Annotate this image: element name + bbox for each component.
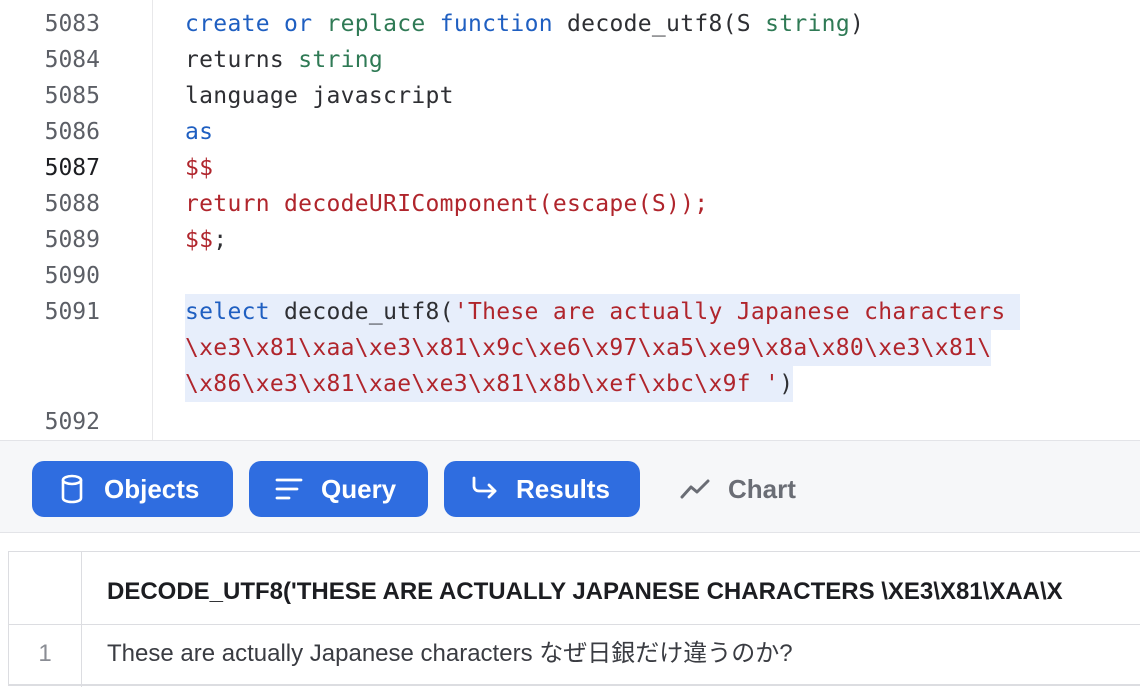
code-line[interactable]: 5088 return decodeURIComponent(escape(S))… [0, 186, 1140, 222]
code-token: language javascript [185, 83, 454, 109]
code-text: \x86\xe3\x81\xae\xe3\x81\x8b\xef\xbc\x9f… [185, 366, 794, 402]
code-token: ; [213, 227, 228, 253]
code-line[interactable]: 5087 $$ [0, 150, 1140, 186]
line-number: 5089 [44, 227, 100, 253]
chart-line-icon [680, 474, 710, 504]
code-text: select decode_utf8('These are actually J… [185, 294, 1020, 330]
code-line[interactable]: 5085 language javascript [0, 78, 1140, 114]
objects-button[interactable]: Objects [32, 461, 233, 517]
code-token: as [185, 119, 214, 145]
table-row[interactable]: 1 These are actually Japanese characters… [9, 624, 1140, 685]
column-header[interactable]: DECODE_UTF8('THESE ARE ACTUALLY JAPANESE… [107, 552, 1063, 624]
code-token: ) [779, 371, 794, 397]
query-button[interactable]: Query [249, 461, 428, 517]
code-line[interactable]: 5086 as [0, 114, 1140, 150]
results-button[interactable]: Results [444, 461, 640, 517]
objects-label: Objects [104, 473, 200, 504]
results-label: Results [516, 473, 610, 504]
code-token: decode_utf8(S [552, 11, 766, 37]
results-table: DECODE_UTF8('THESE ARE ACTUALLY JAPANESE… [8, 551, 1140, 687]
code-token: replace [326, 11, 426, 37]
line-number: 5085 [44, 83, 100, 109]
code-line[interactable]: 5083 create or replace function decode_ut… [0, 6, 1140, 42]
line-number: 5091 [44, 299, 100, 325]
row-number: 1 [38, 640, 52, 667]
line-number: 5088 [44, 191, 100, 217]
table-header: DECODE_UTF8('THESE ARE ACTUALLY JAPANESE… [9, 552, 1140, 625]
database-icon [58, 474, 86, 504]
code-token: ) [849, 11, 865, 37]
line-number: 5086 [44, 119, 100, 145]
code-token: return decodeURIComponent(escape(S)); [185, 191, 709, 217]
code-text: create or replace function decode_utf8(S… [185, 6, 864, 42]
code-token: create [185, 11, 270, 37]
line-number: 5087 [44, 155, 100, 181]
code-line[interactable]: 5090 [0, 258, 1140, 294]
code-text: returns string [185, 42, 383, 78]
code-token: $$ [185, 155, 214, 181]
results-toolbar: Objects Query Results Chart [0, 440, 1140, 533]
code-token: $$ [185, 227, 214, 253]
code-line[interactable]: 5092 [0, 404, 1140, 440]
code-token: \xe3\x81\xaa\xe3\x81\x9c\xe6\x97\xa5\xe9… [185, 335, 992, 361]
code-text: \xe3\x81\xaa\xe3\x81\x9c\xe6\x97\xa5\xe9… [185, 330, 992, 366]
code-token: function [439, 11, 553, 37]
line-number: 5092 [44, 409, 100, 435]
chart-label: Chart [728, 473, 796, 504]
code-token: select [185, 299, 270, 325]
code-line[interactable]: \xe3\x81\xaa\xe3\x81\x9c\xe6\x97\xa5\xe9… [0, 330, 1140, 366]
query-lines-icon [275, 474, 303, 504]
code-line[interactable]: 5084 returns string [0, 42, 1140, 78]
code-token: returns [185, 47, 299, 73]
code-token: 'These are actually Japanese characters [453, 299, 1020, 325]
code-text: as [185, 114, 213, 150]
return-arrow-icon [470, 474, 498, 504]
code-line[interactable]: 5089 $$; [0, 222, 1140, 258]
code-token: string [298, 47, 384, 73]
code-token: or [284, 11, 313, 37]
code-line[interactable]: \x86\xe3\x81\xae\xe3\x81\x8b\xef\xbc\x9f… [0, 366, 1140, 402]
code-text: return decodeURIComponent(escape(S)); [185, 186, 708, 222]
code-text: $$ [185, 150, 213, 186]
code-token: \x86\xe3\x81\xae\xe3\x81\x8b\xef\xbc\x9f… [185, 371, 780, 397]
code-text: language javascript [185, 78, 454, 114]
query-label: Query [321, 473, 397, 504]
code-token: decode_utf8( [269, 299, 454, 325]
code-text: $$; [185, 222, 227, 258]
line-number: 5083 [44, 11, 100, 37]
code-token: string [765, 11, 850, 37]
result-cell[interactable]: These are actually Japanese characters な… [107, 624, 793, 684]
line-number: 5090 [44, 263, 100, 289]
code-line[interactable]: 5091 select decode_utf8('These are actual… [0, 294, 1140, 330]
chart-button[interactable]: Chart [680, 461, 796, 517]
sql-editor[interactable]: 5083 create or replace function decode_ut… [0, 0, 1140, 440]
line-number: 5084 [44, 47, 100, 73]
